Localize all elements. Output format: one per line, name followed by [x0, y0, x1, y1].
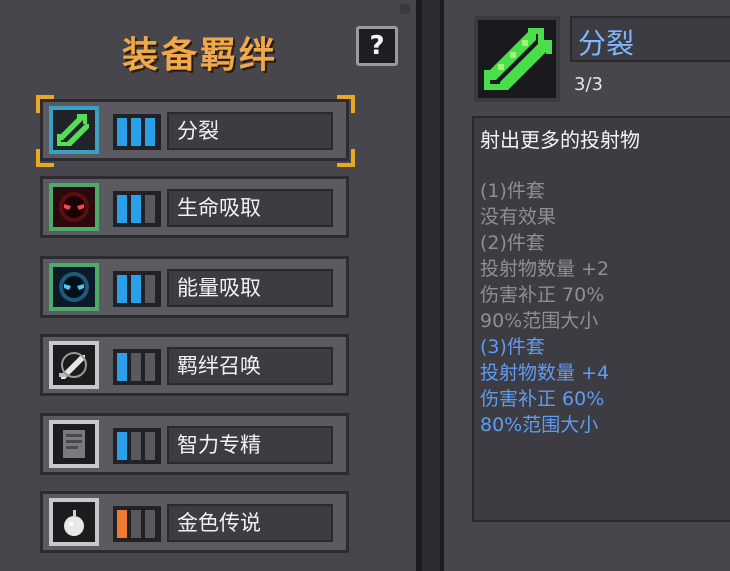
level-pip	[131, 195, 141, 223]
level-pip	[117, 195, 127, 223]
bond-row[interactable]: 羁绊召唤	[40, 334, 349, 396]
bond-level-meter	[113, 428, 161, 464]
bond-row[interactable]: 能量吸取	[40, 256, 349, 318]
panel-title: 装备羁绊	[121, 35, 278, 76]
bond-row[interactable]: 生命吸取	[40, 176, 349, 238]
split-arrows-icon	[49, 106, 99, 154]
bond-detail-panel: 分裂 3/3 射出更多的投射物 (1)件套没有效果 (2)件套投射物数量 +2 伤害…	[440, 0, 730, 571]
selection-bracket	[337, 95, 355, 113]
set-effect-line: 90%范围大小	[480, 310, 599, 332]
summon-sword-icon	[49, 341, 99, 389]
set-effect-line: 投射物数量 +2	[480, 258, 610, 280]
set-effect-line: 没有效果	[480, 206, 557, 228]
set-effect-line: 投射物数量 +4	[480, 362, 610, 384]
bond-level-meter	[113, 349, 161, 385]
level-pip	[117, 275, 127, 303]
set-effect-line: (2)件套	[480, 232, 545, 254]
split-arrows-icon	[474, 16, 560, 102]
level-pip	[145, 510, 155, 538]
bond-label: 生命吸取	[167, 189, 333, 227]
bond-description-box[interactable]: 射出更多的投射物 (1)件套没有效果 (2)件套投射物数量 +2 伤害补正 70% 9…	[472, 116, 730, 522]
bond-level-meter	[113, 506, 161, 542]
level-pip	[117, 510, 127, 538]
set-effect-line: (1)件套	[480, 180, 545, 202]
red-eyes-icon	[49, 183, 99, 231]
level-pip	[145, 353, 155, 381]
bond-name: 分裂	[578, 27, 635, 60]
book-icon	[49, 420, 99, 468]
set-effect-line: 伤害补正 60%	[480, 388, 605, 410]
level-pip	[117, 118, 127, 146]
set-effect-line: (3)件套	[480, 336, 545, 358]
level-pip	[131, 275, 141, 303]
bond-row[interactable]: 分裂	[40, 99, 349, 161]
bond-row[interactable]: 智力专精	[40, 413, 349, 475]
bond-list-panel: 装备羁绊 ? 分裂生命吸取能量吸取羁绊召唤智力专精金色传说	[0, 0, 422, 571]
level-pip	[131, 353, 141, 381]
bond-progress: 3/3	[574, 74, 603, 95]
level-pip	[145, 195, 155, 223]
blue-eyes-icon	[49, 263, 99, 311]
bond-level-meter	[113, 114, 161, 150]
selection-bracket	[337, 149, 355, 167]
bond-label: 智力专精	[167, 426, 333, 464]
white-bomb-icon	[49, 498, 99, 546]
bond-label: 金色传说	[167, 504, 333, 542]
level-pip	[131, 432, 141, 460]
bond-level-meter	[113, 191, 161, 227]
help-button[interactable]: ?	[356, 26, 398, 66]
bond-level-meter	[113, 271, 161, 307]
set-effect-line: 80%范围大小	[480, 414, 599, 436]
level-pip	[145, 432, 155, 460]
level-pip	[131, 510, 141, 538]
level-pip	[131, 118, 141, 146]
level-pip	[145, 275, 155, 303]
bond-row[interactable]: 金色传说	[40, 491, 349, 553]
bond-label: 分裂	[167, 112, 333, 150]
bond-label: 能量吸取	[167, 269, 333, 307]
level-pip	[145, 118, 155, 146]
level-pip	[117, 432, 127, 460]
bond-label: 羁绊召唤	[167, 347, 333, 385]
set-effect-line: 伤害补正 70%	[480, 284, 605, 306]
bond-description: 射出更多的投射物	[480, 128, 640, 152]
level-pip	[117, 353, 127, 381]
bond-name-box: 分裂	[570, 16, 730, 62]
selection-bracket	[36, 149, 54, 167]
panel-rivet	[400, 4, 410, 14]
selection-bracket	[36, 95, 54, 113]
